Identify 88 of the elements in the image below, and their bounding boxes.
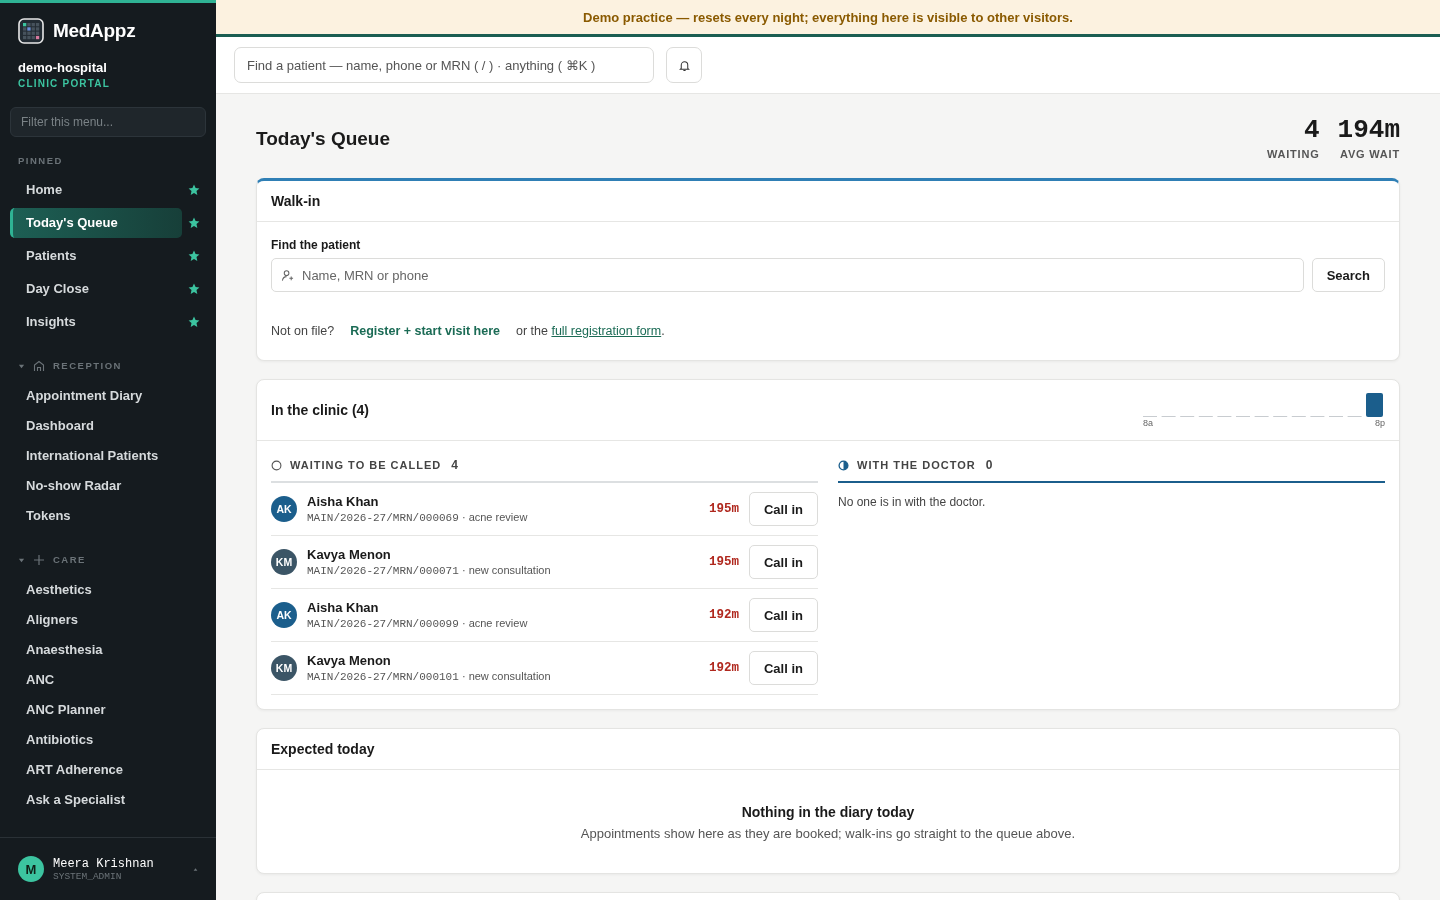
caret-icon[interactable] [18,362,25,370]
brand-name: MedAppz [53,20,136,42]
user-role: SYSTEM_ADMIN [53,870,123,882]
search-field[interactable]: Find a patient — name, phone or MRN ( / ) · anything ( ⌘K ) [234,47,654,83]
patient-details: MAIN/2026-27/MRN/000071 · new consultation [307,564,552,577]
empty-title: Nothing in the diary today [741,804,915,820]
axis-label: 8a [1143,418,1153,428]
patient-name: Aisha Khan [307,600,380,615]
register-link[interactable]: Register + start visit here [350,324,500,338]
sidebar-item[interactable]: Antibiotics [10,725,206,755]
patient-name: Aisha Khan [307,494,380,509]
sidebar-item[interactable]: Aesthetics [10,575,206,605]
sidebar-item[interactable]: Patients [10,241,182,271]
wait-time: 195m [708,555,739,569]
wait-time: 195m [708,502,739,516]
bell-icon [677,58,691,72]
call-in-button[interactable]: Call in [749,492,818,526]
sidebar-item[interactable]: Tokens [10,501,206,531]
stat-label: AVG WAIT [1340,148,1400,160]
sidebar-item[interactable]: ANC [10,665,206,695]
sidebar-item[interactable]: Appointment Diary [10,381,206,411]
sidebar-item[interactable]: Dashboard [10,411,206,441]
column-count: 0 [985,458,994,472]
wait-time: 192m [708,608,739,622]
card-title: In the clinic (4) [271,402,369,418]
patient-avatar: AK [271,602,297,628]
call-in-button[interactable]: Call in [749,651,818,685]
sidebar-item[interactable]: International Patients [10,441,206,471]
star-icon [188,217,200,229]
caret-icon[interactable] [193,866,198,872]
column-title: WITH THE DOCTOR [857,459,976,471]
patient-avatar: KM [271,549,297,575]
patient-avatar: AK [271,496,297,522]
banner-text: Demo practice — resets every night; everything here is visible to other visitors. [583,9,1073,25]
sidebar-item[interactable]: Day Close [10,274,182,304]
user-name: Meera Krishnan [53,856,155,871]
section-label[interactable]: RECEPTION [53,360,122,372]
empty-message: No one is in with the doctor. [838,495,987,509]
column-count: 4 [451,458,459,472]
sidebar-item[interactable]: Aligners [10,605,206,635]
notifications-button[interactable] [666,47,702,83]
hint-text: Not on file? [271,324,335,338]
patient-name: Kavya Menon [307,547,392,562]
user-avatar: M [18,856,44,882]
sidebar-item[interactable]: ART Adherence [10,755,206,785]
house-icon [33,360,45,372]
organization-name: demo-hospital [18,60,108,75]
card-title: Expected today [271,741,375,757]
logo-icon [18,18,44,44]
sidebar-item[interactable]: Ask a Specialist [10,785,206,815]
portal-label: CLINIC PORTAL [18,78,112,89]
call-in-button[interactable]: Call in [749,598,818,632]
sidebar-item[interactable]: Anaesthesia [10,635,206,665]
empty-message: Appointments show here as they are booked; walk-ins go straight to the queue above. [580,826,1076,841]
star-icon [188,316,200,328]
patient-name: Kavya Menon [307,653,392,668]
patient-details: MAIN/2026-27/MRN/000099 · acne review [307,617,529,630]
hint-text: or the full registration form. [515,324,665,338]
stat-value: 194m [1337,116,1400,144]
star-icon [188,283,200,295]
caret-icon[interactable] [18,556,25,564]
axis-label: 8p [1375,418,1385,428]
wait-time: 192m [708,661,739,675]
patient-search-field[interactable]: Name, MRN or phone [271,258,1304,292]
card-title: Walk-in [271,193,321,209]
page-title: Today's Queue [256,128,391,150]
section-label[interactable]: CARE [53,554,86,566]
menu-filter-field[interactable]: Filter this menu... [10,107,206,137]
patient-details: MAIN/2026-27/MRN/000069 · acne review [307,511,529,524]
group-label: PINNED [17,155,64,167]
sidebar-item[interactable]: Today's Queue [10,208,182,238]
column-title: WAITING TO BE CALLED [290,459,442,471]
sidebar-item[interactable]: No-show Radar [10,471,206,501]
sidebar-item[interactable]: ANC Planner [10,695,206,725]
plus-icon [33,554,45,566]
sidebar-item[interactable]: Home [10,175,182,205]
half-circle-icon [838,459,849,471]
circle-icon [271,459,282,471]
patient-avatar: KM [271,655,297,681]
stat-label: WAITING [1266,148,1320,160]
stat-value: 4 [1303,116,1320,144]
field-label: Find the patient [271,238,362,252]
star-icon [188,250,200,262]
patient-details: MAIN/2026-27/MRN/000101 · new consultation [307,670,552,683]
search-button[interactable]: Search [1311,258,1385,292]
call-in-button[interactable]: Call in [749,545,818,579]
star-icon [188,184,200,196]
sidebar-item[interactable]: Insights [10,307,182,337]
